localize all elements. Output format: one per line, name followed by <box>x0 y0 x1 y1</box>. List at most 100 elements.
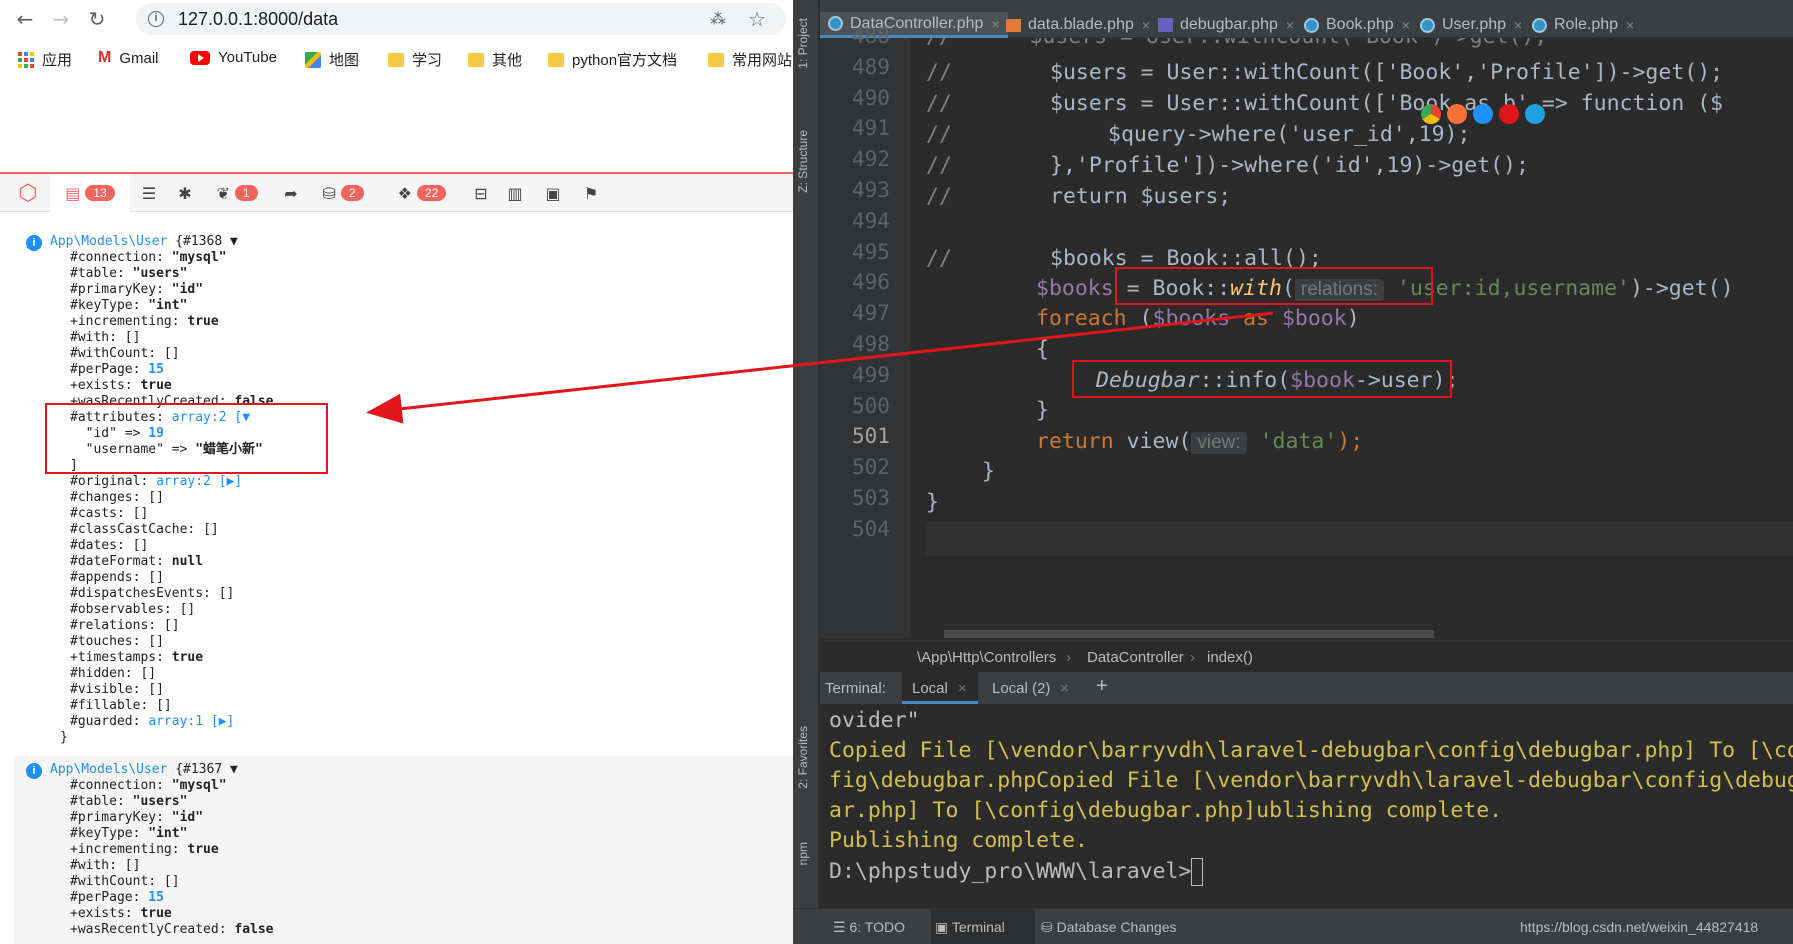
bookmark-apps[interactable]: 应用 <box>18 49 72 70</box>
tab-book[interactable]: Book.php × <box>1296 12 1418 38</box>
close-icon[interactable]: × <box>1142 17 1150 33</box>
bookmark-folder-other[interactable]: 其他 <box>468 49 522 70</box>
list-icon[interactable]: ▥ <box>500 174 530 212</box>
dump-property-line: #dispatchesEvents: [] <box>14 586 793 602</box>
dump-value[interactable]: array:1 [▶] <box>148 714 234 729</box>
breadcrumb-class[interactable]: DataController <box>1087 649 1184 666</box>
breadcrumb-namespace[interactable]: \App\Http\Controllers <box>917 649 1056 666</box>
code-func: view( <box>1126 429 1192 454</box>
bookmark-maps[interactable]: 地图 <box>305 49 359 70</box>
bookmark-gmail[interactable]: M Gmail <box>98 49 159 67</box>
firefox-icon[interactable] <box>1447 104 1467 124</box>
debugbar-tab-models[interactable]: ❖ 22 <box>384 174 460 212</box>
line-number: 503 <box>852 486 890 510</box>
bug-icon[interactable]: ✱ <box>170 174 200 212</box>
dump-property-line: #keyType: "int" <box>14 298 793 314</box>
side-tab-favorites[interactable]: 2: Favorites <box>796 726 810 789</box>
line-number: 501 <box>852 424 890 449</box>
horizontal-scrollbar[interactable] <box>944 630 1434 638</box>
terminal-tab-local[interactable]: Local <box>912 680 948 697</box>
add-terminal-icon[interactable]: + <box>1096 675 1108 698</box>
url-text[interactable]: 127.0.0.1:8000/data <box>178 9 338 30</box>
laravel-logo-icon[interactable]: ⬡ <box>10 174 46 212</box>
dump-property-line: +incrementing: true <box>14 842 793 858</box>
ie-icon[interactable] <box>1525 104 1545 124</box>
bookmark-label: YouTube <box>218 49 277 66</box>
close-icon[interactable]: × <box>1286 17 1294 33</box>
tab-role[interactable]: Role.php × <box>1524 12 1642 38</box>
dump-key: #appends: <box>70 570 149 585</box>
database-changes-tab[interactable]: ⛁ Database Changes <box>1041 919 1177 936</box>
dump-key: +exists: <box>70 378 141 393</box>
share-icon[interactable]: ➦ <box>276 174 306 212</box>
folder-icon <box>708 52 724 67</box>
dump-lines: #connection: "mysql" #table: "users" #prim… <box>14 778 793 938</box>
archive-icon[interactable]: ▣ <box>538 174 568 212</box>
bookmark-folder-common[interactable]: 常用网站 <box>708 49 792 70</box>
debugbar-tab-queries[interactable]: ⛁ 2 <box>310 174 376 212</box>
todo-tab[interactable]: ☰ 6: TODO <box>833 919 905 936</box>
dump-value[interactable]: array:2 [▶] <box>156 474 242 489</box>
tab-data-blade[interactable]: data.blade.php × <box>998 12 1158 38</box>
bookmark-folder-study[interactable]: 学习 <box>388 49 442 70</box>
terminal-status-tab[interactable]: ▣ Terminal <box>935 919 1005 936</box>
breadcrumb-method[interactable]: index() <box>1207 649 1253 666</box>
dump-value: "int" <box>148 826 188 841</box>
ide-left-toolstrip: 1: Project Z: Structure 2: Favorites npm <box>793 0 819 944</box>
dump-key: #fillable: <box>70 698 157 713</box>
chrome-icon[interactable] <box>1421 104 1441 124</box>
dump-class[interactable]: App\Models\User <box>50 762 167 777</box>
side-tab-project[interactable]: 1: Project <box>796 18 810 69</box>
code-editor[interactable]: // $users = User::withCount('Book')->get… <box>926 38 1793 638</box>
side-tab-structure[interactable]: Z: Structure <box>796 130 810 193</box>
class-icon <box>1304 17 1319 33</box>
tags-icon[interactable]: ⚑ <box>576 174 606 212</box>
dump-value: "mysql" <box>171 250 227 265</box>
forward-icon[interactable]: → <box>48 6 74 32</box>
opera-icon[interactable] <box>1499 104 1519 124</box>
database-icon: ⛁ <box>322 183 336 203</box>
dump-key: +wasRecentlyCreated: <box>70 922 235 937</box>
tab-datacontroller[interactable]: DataController.php × <box>820 12 1008 38</box>
reload-icon[interactable]: ↻ <box>84 6 110 32</box>
debugbar-tab-messages[interactable]: ▤ 13 <box>50 174 130 212</box>
address-bar[interactable]: i 127.0.0.1:8000/data ⁂ ☆ <box>136 3 786 35</box>
debugbar-tab-exceptions[interactable]: ❦ 1 <box>204 174 270 212</box>
dump-header: i App\Models\User {#1368 ▼ <box>14 234 793 251</box>
side-tab-npm[interactable]: npm <box>796 842 810 865</box>
close-icon[interactable]: × <box>1626 17 1634 33</box>
close-icon[interactable]: × <box>1060 680 1069 697</box>
bookmark-star-icon[interactable]: ☆ <box>748 7 766 32</box>
safari-icon[interactable] <box>1473 104 1493 124</box>
dump-property-line: #perPage: 15 <box>14 362 793 378</box>
timeline-icon[interactable]: ☰ <box>134 174 164 212</box>
close-icon[interactable]: × <box>958 680 967 697</box>
info-icon[interactable]: i <box>148 11 164 27</box>
dump-key: #primaryKey: <box>70 282 172 297</box>
tab-user[interactable]: User.php × <box>1412 12 1530 38</box>
dump-property-line: #with: [] <box>14 858 793 874</box>
bookmark-folder-python[interactable]: python官方文档 <box>548 49 677 70</box>
inbox-icon[interactable]: ⊟ <box>466 174 496 212</box>
class-icon <box>1532 17 1547 33</box>
terminal-line: Publishing complete. <box>829 828 1088 853</box>
translate-icon[interactable]: ⁂ <box>710 9 726 29</box>
collapse-toggle-icon[interactable]: ▼ <box>230 234 238 249</box>
list-icon: ☰ <box>833 919 850 935</box>
close-icon[interactable]: × <box>1514 17 1522 33</box>
terminal-output[interactable]: ovider" Copied File [\vendor\barryvdh\lar… <box>820 704 1793 908</box>
tab-label: data.blade.php <box>1028 16 1134 33</box>
bookmark-youtube[interactable]: YouTube <box>190 49 277 66</box>
tab-label: Book.php <box>1326 16 1394 33</box>
close-icon[interactable]: × <box>1402 17 1410 33</box>
dump-key: #with: <box>70 330 125 345</box>
dump-property-line: #hidden: [] <box>14 666 793 682</box>
collapse-toggle-icon[interactable]: ▼ <box>230 762 238 777</box>
dump-class[interactable]: App\Models\User <box>50 234 167 249</box>
back-icon[interactable]: ← <box>12 6 38 32</box>
bookmarks-bar: 应用 M Gmail YouTube 地图 学习 其他 python官方文档 常… <box>0 44 793 74</box>
tab-debugbar[interactable]: debugbar.php × <box>1150 12 1302 38</box>
bookmark-label: python官方文档 <box>572 52 678 69</box>
terminal-tab-local-2[interactable]: Local (2) <box>992 680 1050 697</box>
code-text: ); <box>1337 429 1364 454</box>
